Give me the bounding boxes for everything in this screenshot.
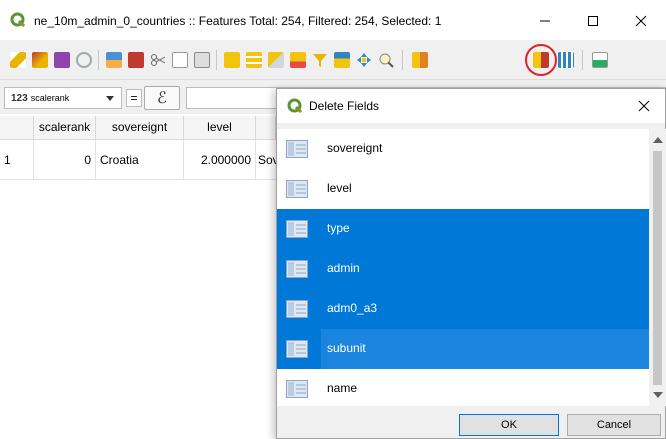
scroll-down-arrow-icon[interactable] [653,392,663,398]
minimize-button[interactable] [522,8,568,34]
cell-type[interactable]: Sov [256,140,276,180]
dialog-close-button[interactable] [629,93,659,119]
filter-select-icon[interactable] [312,52,328,68]
field-item-label: level [327,181,352,195]
field-item-label: sovereignt [327,141,383,155]
qgis-logo-icon [287,98,303,114]
copy-icon[interactable] [172,52,188,68]
cell-sovereignt[interactable]: Croatia [96,140,184,180]
cell-level[interactable]: 2.000000 [184,140,256,180]
chevron-down-icon [106,96,114,101]
column-header-type[interactable] [256,116,276,140]
cancel-button[interactable]: Cancel [567,414,661,436]
field-item-label: adm0_a3 [327,301,378,315]
paste-icon[interactable] [194,52,210,68]
ok-button[interactable]: OK [459,414,559,436]
field-select-dropdown[interactable]: 123 scalerank [4,87,122,109]
toggle-editing-icon[interactable] [10,52,26,68]
attribute-table-toolbar: » [0,40,666,106]
window-title: ne_10m_admin_0_countries :: Features Tot… [34,14,442,28]
field-item-label: subunit [327,341,366,355]
field-item-text-band [321,249,649,289]
delete-field-highlight-circle [525,44,557,76]
field-list-item[interactable]: subunit [277,329,649,369]
field-table-icon [286,220,308,238]
fields-list-scrollbar[interactable] [649,129,666,406]
save-edits-icon[interactable] [54,52,70,68]
close-button[interactable] [618,8,664,34]
field-item-text-band [321,329,649,369]
field-name-label: scalerank [30,93,70,103]
dialog-titlebar: Delete Fields [277,89,665,123]
expression-select-icon[interactable] [224,52,240,68]
pan-to-selection-icon[interactable] [356,52,372,68]
add-feature-icon[interactable] [106,52,122,68]
field-item-label: admin [327,261,360,275]
field-type-label: 123 [11,92,28,104]
field-list-item[interactable]: name [277,369,649,406]
column-header-sovereignt[interactable]: sovereignt [96,116,184,140]
field-calculator-icon[interactable] [558,52,574,68]
field-table-icon [286,180,308,198]
row-number[interactable]: 1 [0,140,34,180]
conditional-formatting-icon[interactable] [592,52,608,68]
expression-builder-button[interactable]: ℰ [144,86,180,110]
column-header-scalerank[interactable]: scalerank [34,116,96,140]
column-header-level[interactable]: level [184,116,256,140]
delete-selected-icon[interactable] [128,52,144,68]
cell-scalerank[interactable]: 0 [34,140,96,180]
delete-fields-dialog: Delete Fields sovereignt level type admin ad… [276,88,666,439]
field-item-label: type [327,221,350,235]
dialog-title: Delete Fields [309,99,380,113]
field-table-icon [286,140,308,158]
field-list-item[interactable]: sovereignt [277,129,649,169]
qgis-logo-icon [10,12,26,28]
invert-selection-icon[interactable] [268,52,284,68]
field-table-icon [286,260,308,278]
field-table-icon [286,340,308,358]
field-item-text-band [321,369,649,406]
fields-list: sovereignt level type admin adm0_a3subunit na… [277,129,649,406]
field-list-item[interactable]: level [277,169,649,209]
operator-label: = [126,89,142,107]
scroll-up-arrow-icon[interactable] [653,137,663,143]
field-table-icon [286,380,308,398]
cut-icon[interactable] [150,52,166,68]
maximize-button[interactable] [570,8,616,34]
field-list-item[interactable]: admin [277,249,649,289]
scrollbar-thumb[interactable] [653,151,662,385]
zoom-to-selection-icon[interactable] [378,52,394,68]
deselect-icon[interactable] [290,52,306,68]
reload-icon[interactable] [76,52,92,68]
field-list-item[interactable]: type [277,209,649,249]
field-list-item[interactable]: adm0_a3 [277,289,649,329]
move-selection-top-icon[interactable] [334,52,350,68]
new-field-icon[interactable] [412,52,428,68]
field-item-text-band [321,209,649,249]
field-table-icon [286,300,308,318]
field-item-label: name [327,381,358,395]
window-titlebar: ne_10m_admin_0_countries :: Features Tot… [0,0,666,40]
row-header-corner [0,116,34,140]
multi-edit-icon[interactable] [32,52,48,68]
select-all-icon[interactable] [246,52,262,68]
field-item-text-band [321,169,649,209]
